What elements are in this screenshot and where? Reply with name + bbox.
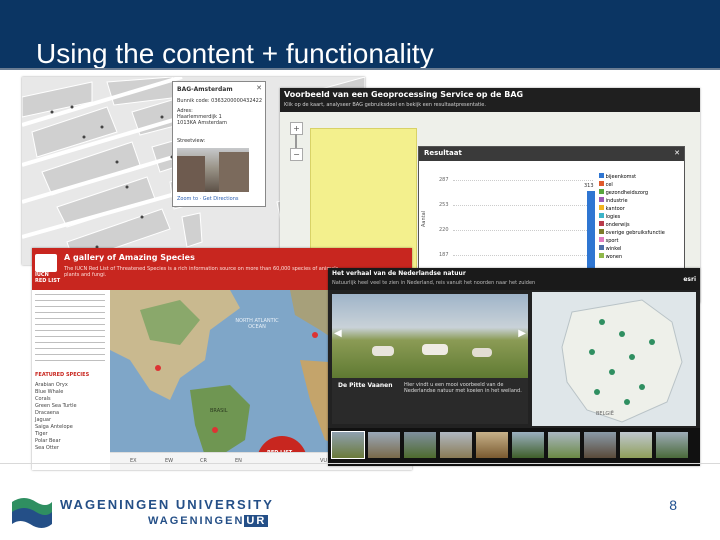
legend-item: overige gebruiksfunctie: [599, 229, 681, 237]
popup-heading: BAG-Amsterdam: [177, 86, 233, 93]
intro-text: [35, 294, 105, 364]
esri-logo: esri: [683, 276, 696, 283]
result-title: Resultaat: [424, 149, 462, 157]
legend-item: gezondheidszorg: [599, 189, 681, 197]
story-text: Hier vindt u een mooi voorbeeld van de N…: [404, 382, 522, 394]
streetview-label: Streetview:: [177, 138, 206, 144]
legend-item: winkel: [599, 245, 681, 253]
ocean-label: NORTH ATLANTIC OCEAN: [235, 318, 279, 330]
legend-item: wonen: [599, 253, 681, 261]
legend-item: onderwijs: [599, 221, 681, 229]
close-icon[interactable]: ✕: [674, 149, 680, 157]
chart-axis-label: Aantal: [421, 210, 427, 227]
nature-title: Het verhaal van de Nederlandse natuur: [332, 270, 466, 277]
landscape-photo: [332, 294, 528, 378]
tick-label: 220: [439, 227, 449, 233]
legend-item: cel: [599, 181, 681, 189]
tick-label: 187: [439, 252, 449, 258]
story-panel: ◀ ▶ De Pitte Vaanen Hier vindt u een moo…: [332, 294, 528, 424]
species-link[interactable]: Blue Whale: [35, 389, 107, 396]
university-wordmark: WAGENINGEN UNIVERSITY: [60, 497, 274, 512]
thumbnail[interactable]: [404, 432, 436, 458]
thumbnail[interactable]: [512, 432, 544, 458]
iucn-logo: IUCN RED LIST: [35, 254, 61, 284]
chart-gridline: [453, 230, 593, 231]
iucn-brand: IUCN RED LIST: [35, 272, 61, 284]
species-link[interactable]: Sea Otter: [35, 445, 107, 452]
iucn-gallery-title: A gallery of Amazing Species: [64, 253, 195, 262]
geo-subtitle: Klik op de kaart, analyseer BAG gebruiks…: [284, 102, 486, 108]
bar-value-label: 313: [584, 183, 594, 189]
thumbnail[interactable]: [440, 432, 472, 458]
legend-item: logies: [599, 213, 681, 221]
close-icon[interactable]: ✕: [256, 84, 262, 92]
chart-legend: bijeenkomst cel gezondheidszorg industri…: [599, 173, 681, 261]
page-number: 8: [669, 497, 677, 513]
thumbnail[interactable]: [368, 432, 400, 458]
photo-caption: De Pitte Vaanen: [338, 382, 393, 389]
species-link[interactable]: Saiga Antelope: [35, 424, 107, 431]
tick-label: 287: [439, 177, 449, 183]
species-link[interactable]: Dracaena: [35, 410, 107, 417]
zoom-slider[interactable]: [295, 134, 297, 148]
legend-item: sport: [599, 237, 681, 245]
footer-rule: [0, 463, 720, 464]
nature-story-screenshot[interactable]: Het verhaal van de Nederlandse natuur Na…: [328, 268, 700, 466]
popup-line: Bunnik code: 0363200000432422: [177, 98, 263, 104]
thumbnail[interactable]: [476, 432, 508, 458]
chart-gridline: [453, 205, 593, 206]
thumbnail[interactable]: [331, 431, 365, 459]
ur-wordmark: WAGENINGEN UR: [148, 515, 269, 527]
tick-label: 253: [439, 202, 449, 208]
photo-prev-icon[interactable]: ◀: [334, 328, 342, 339]
thumbnail-strip: [328, 428, 700, 466]
thumbnail[interactable]: [548, 432, 580, 458]
region-label: BELGIË: [596, 411, 614, 417]
nature-subtitle: Natuurlijk heel veel te zien in Nederlan…: [332, 280, 536, 286]
streetview-photo: [177, 148, 249, 192]
bag-popup[interactable]: BAG-Amsterdam ✕ Bunnik code: 03632000004…: [172, 81, 266, 207]
chart-gridline: [453, 180, 593, 181]
netherlands-map[interactable]: [532, 292, 696, 426]
species-link[interactable]: Jaguar: [35, 417, 107, 424]
legend-item: industrie: [599, 197, 681, 205]
geo-title: Voorbeeld van een Geoprocessing Service …: [284, 90, 524, 99]
sidebar-heading: FEATURED SPECIES: [35, 372, 90, 378]
photo-next-icon[interactable]: ▶: [518, 328, 526, 339]
thumbnail[interactable]: [656, 432, 688, 458]
thumbnail[interactable]: [584, 432, 616, 458]
species-link[interactable]: Polar Bear: [35, 438, 107, 445]
species-list: Arabian Oryx Blue Whale Corals Green Sea…: [35, 382, 107, 452]
popup-line: 1013KA Amsterdam: [177, 120, 227, 126]
slide-title: Using the content + functionality: [36, 38, 434, 69]
map-label: BRASIL: [210, 408, 228, 414]
popup-footer-links[interactable]: Zoom to · Get Directions: [177, 196, 238, 202]
iucn-description: The IUCN Red List of Threatened Species …: [64, 266, 340, 278]
ur-badge: UR: [244, 515, 269, 527]
thumbnail[interactable]: [620, 432, 652, 458]
wur-logo-icon: [12, 498, 52, 528]
species-link[interactable]: Corals: [35, 396, 107, 403]
species-link[interactable]: Tiger: [35, 431, 107, 438]
chart-gridline: [453, 255, 593, 256]
legend-item: kantoor: [599, 205, 681, 213]
iucn-sidebar: FEATURED SPECIES Arabian Oryx Blue Whale…: [32, 290, 110, 470]
zoom-out-button[interactable]: −: [290, 148, 303, 161]
species-link[interactable]: Arabian Oryx: [35, 382, 107, 389]
header-rule: [0, 68, 720, 70]
species-link[interactable]: Green Sea Turtle: [35, 403, 107, 410]
legend-item: bijeenkomst: [599, 173, 681, 181]
